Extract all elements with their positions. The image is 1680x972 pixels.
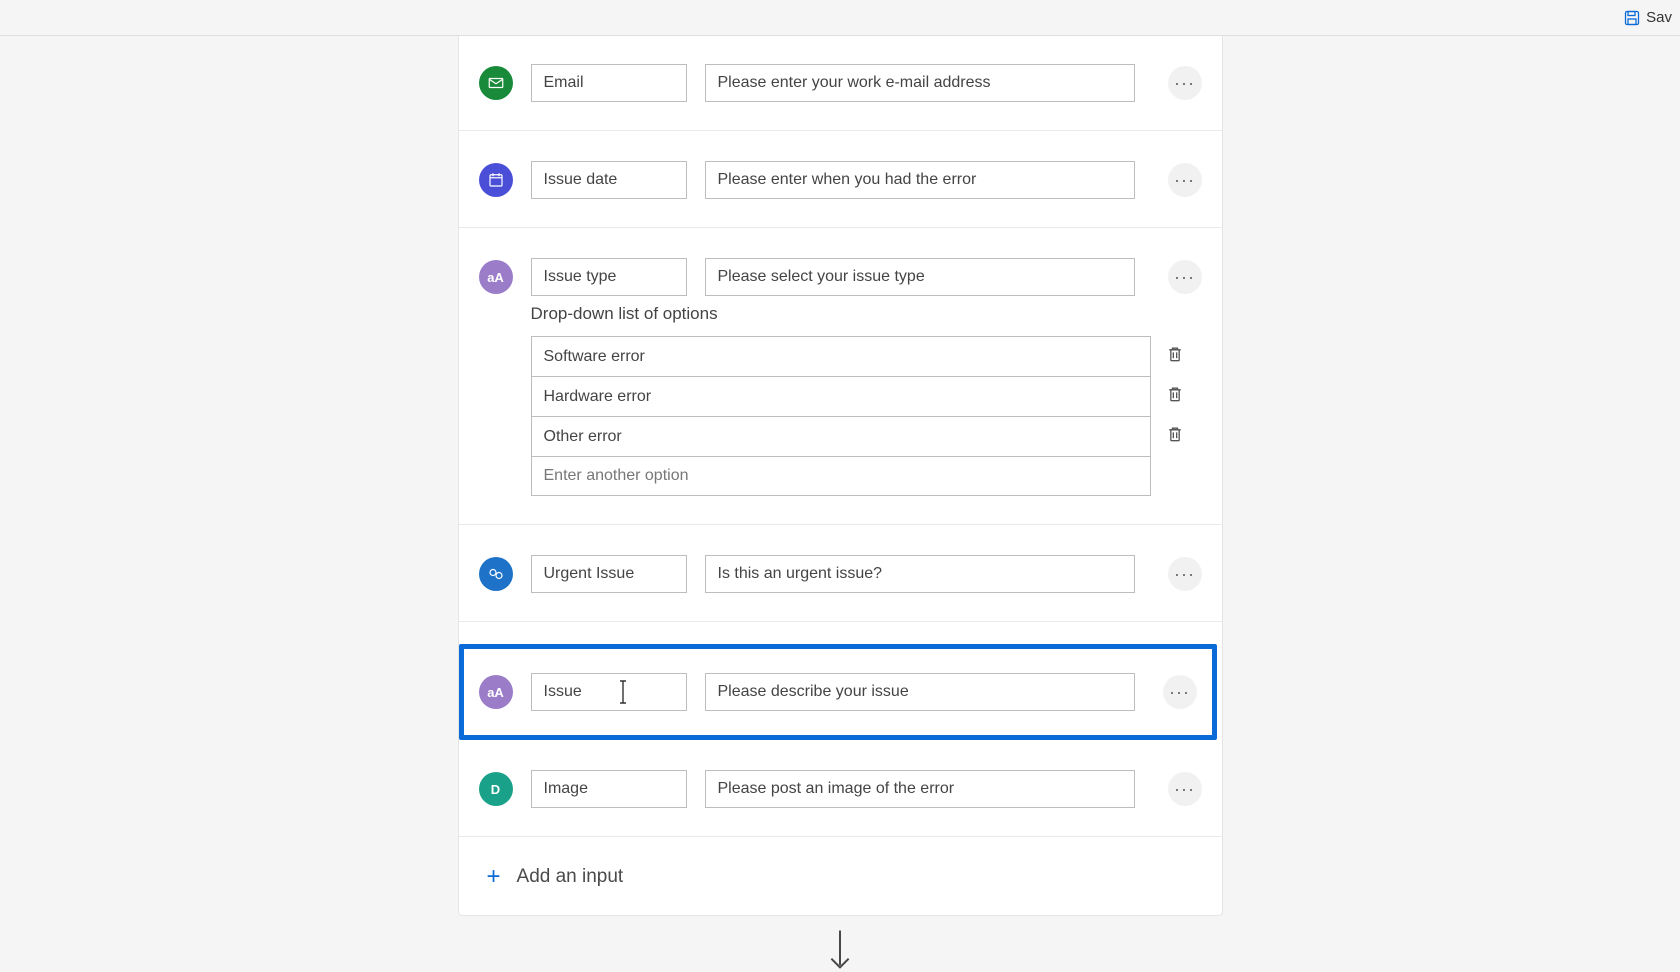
option-row [531,336,1202,376]
option-input-0[interactable] [531,336,1151,376]
option-input-1[interactable] [531,376,1151,416]
save-label: Sav [1646,9,1672,26]
option-row-new [531,456,1202,496]
trigger-card: ··· ··· aA ··· Drop-down list of opti [458,36,1223,916]
email-more-button[interactable]: ··· [1168,66,1202,100]
issue-desc-input[interactable] [705,673,1135,711]
save-icon [1624,10,1640,26]
type-name-input[interactable] [531,258,687,296]
field-row-date: ··· [459,153,1222,228]
field-row-image: D ··· [459,762,1222,837]
text-icon: aA [479,260,513,294]
add-input-label: Add an input [517,866,624,888]
delete-option-button[interactable] [1165,424,1189,448]
ellipsis-icon: ··· [1174,780,1195,798]
urgent-name-input[interactable] [531,555,687,593]
image-desc-input[interactable] [705,770,1135,808]
boolean-icon [479,557,513,591]
date-more-button[interactable]: ··· [1168,163,1202,197]
date-name-input[interactable] [531,161,687,199]
option-input-new[interactable] [531,456,1151,496]
ellipsis-icon: ··· [1169,683,1190,701]
ellipsis-icon: ··· [1174,171,1195,189]
email-name-input[interactable] [531,64,687,102]
image-more-button[interactable]: ··· [1168,772,1202,806]
email-desc-input[interactable] [705,64,1135,102]
field-row-issue-highlighted: aA ··· [459,644,1217,740]
trash-icon [1165,424,1185,444]
text-cursor-icon [617,679,629,705]
plus-icon: + [487,863,501,891]
type-more-button[interactable]: ··· [1168,260,1202,294]
calendar-icon [479,163,513,197]
email-icon [479,66,513,100]
trash-icon [1165,384,1185,404]
field-row-type: aA ··· [459,250,1222,304]
urgent-desc-input[interactable] [705,555,1135,593]
type-desc-input[interactable] [705,258,1135,296]
add-input-button[interactable]: + Add an input [459,851,1222,915]
urgent-more-button[interactable]: ··· [1168,557,1202,591]
field-row-email: ··· [459,56,1222,131]
ellipsis-icon: ··· [1174,268,1195,286]
ellipsis-icon: ··· [1174,74,1195,92]
option-row [531,416,1202,456]
ellipsis-icon: ··· [1174,565,1195,583]
arrow-down-icon [827,928,853,972]
trash-icon [1165,344,1185,364]
flow-arrow [827,928,853,972]
dropdown-options-section: Drop-down list of options [459,304,1222,525]
top-toolbar: Sav [0,0,1680,36]
image-name-input[interactable] [531,770,687,808]
dropdown-options-label: Drop-down list of options [531,304,1202,324]
save-button[interactable]: Sav [1624,9,1672,26]
option-input-2[interactable] [531,416,1151,456]
date-desc-input[interactable] [705,161,1135,199]
field-row-urgent: ··· [459,547,1222,622]
delete-option-button[interactable] [1165,384,1189,408]
issue-more-button[interactable]: ··· [1163,675,1197,709]
delete-option-button[interactable] [1165,344,1189,368]
issue-name-input[interactable] [531,673,687,711]
canvas: ··· ··· aA ··· Drop-down list of opti [0,36,1680,972]
text-icon: aA [479,675,513,709]
file-icon: D [479,772,513,806]
option-row [531,376,1202,416]
